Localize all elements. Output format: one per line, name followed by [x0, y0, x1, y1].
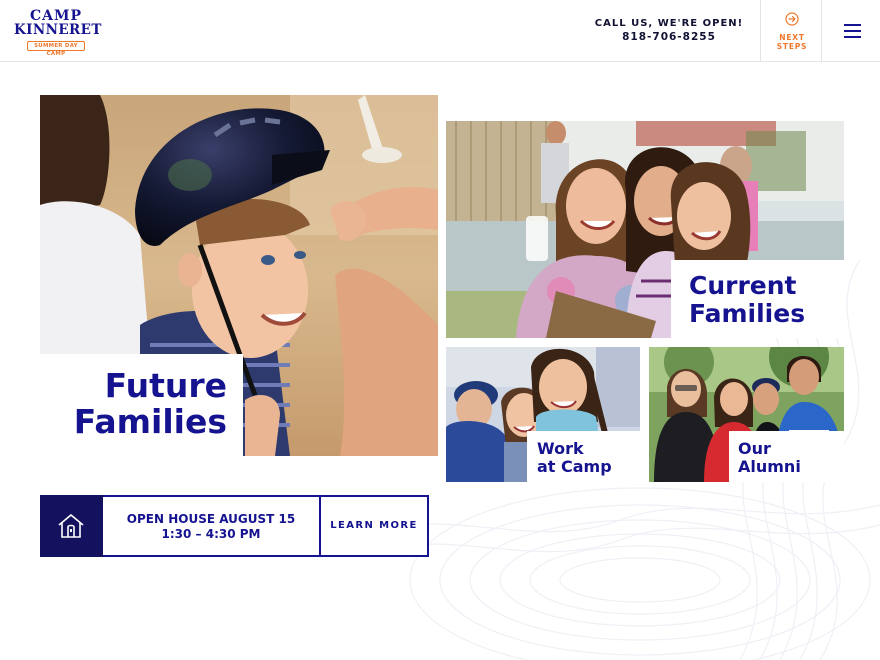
- open-house-time: 1:30 – 4:30 PM: [161, 527, 261, 541]
- menu-bar-top: [844, 24, 861, 26]
- future-families-tile[interactable]: Future Families: [40, 95, 438, 456]
- camp-kinneret-logo[interactable]: CAMP KINNERET SUMMER DAY CAMP: [14, 9, 102, 58]
- site-header: CAMP KINNERET SUMMER DAY CAMP CALL US, W…: [0, 0, 880, 62]
- our-alumni-label: Our Alumni: [729, 431, 844, 482]
- current-families-tile[interactable]: Current Families: [446, 121, 844, 338]
- current-families-label: Current Families: [671, 260, 844, 338]
- call-us-block: CALL US, WE'RE OPEN! 818-706-8255: [590, 17, 748, 44]
- our-alumni-line2: Alumni: [738, 457, 801, 476]
- next-steps-button[interactable]: NEXT STEPS: [760, 0, 822, 61]
- call-us-text: CALL US, WE'RE OPEN!: [594, 18, 744, 29]
- next-steps-label: NEXT STEPS: [761, 33, 823, 51]
- house-icon: [58, 514, 84, 538]
- work-at-camp-label: Work at Camp: [527, 431, 640, 482]
- work-at-camp-line2: at Camp: [537, 457, 612, 476]
- hamburger-menu-icon[interactable]: [833, 18, 873, 44]
- next-steps-label-line2: STEPS: [776, 42, 808, 51]
- future-families-line2: Families: [73, 402, 227, 441]
- phone-number-link[interactable]: 818-706-8255: [590, 30, 748, 44]
- open-house-text: OPEN HOUSE AUGUST 15 1:30 – 4:30 PM: [103, 497, 319, 555]
- menu-bar-middle: [844, 30, 861, 32]
- arrow-circle-right-icon: [785, 12, 799, 26]
- current-families-line2: Families: [689, 299, 806, 328]
- learn-more-button[interactable]: LEARN MORE: [321, 497, 427, 555]
- logo-tagline: SUMMER DAY CAMP: [27, 41, 85, 57]
- future-families-label: Future Families: [40, 354, 243, 456]
- open-house-banner: OPEN HOUSE AUGUST 15 1:30 – 4:30 PM LEAR…: [40, 495, 429, 557]
- work-at-camp-tile[interactable]: Work at Camp: [446, 347, 640, 482]
- logo-line-kinneret: KINNERET: [14, 22, 102, 38]
- menu-bar-bottom: [844, 36, 861, 38]
- current-families-line1: Current: [689, 271, 797, 300]
- our-alumni-tile[interactable]: Our Alumni: [649, 347, 844, 482]
- next-steps-label-line1: NEXT: [779, 33, 805, 42]
- open-house-icon-box: [40, 495, 103, 557]
- future-families-line1: Future: [104, 366, 227, 405]
- open-house-date: OPEN HOUSE AUGUST 15: [126, 512, 296, 526]
- work-at-camp-line1: Work: [537, 439, 584, 458]
- our-alumni-line1: Our: [738, 439, 771, 458]
